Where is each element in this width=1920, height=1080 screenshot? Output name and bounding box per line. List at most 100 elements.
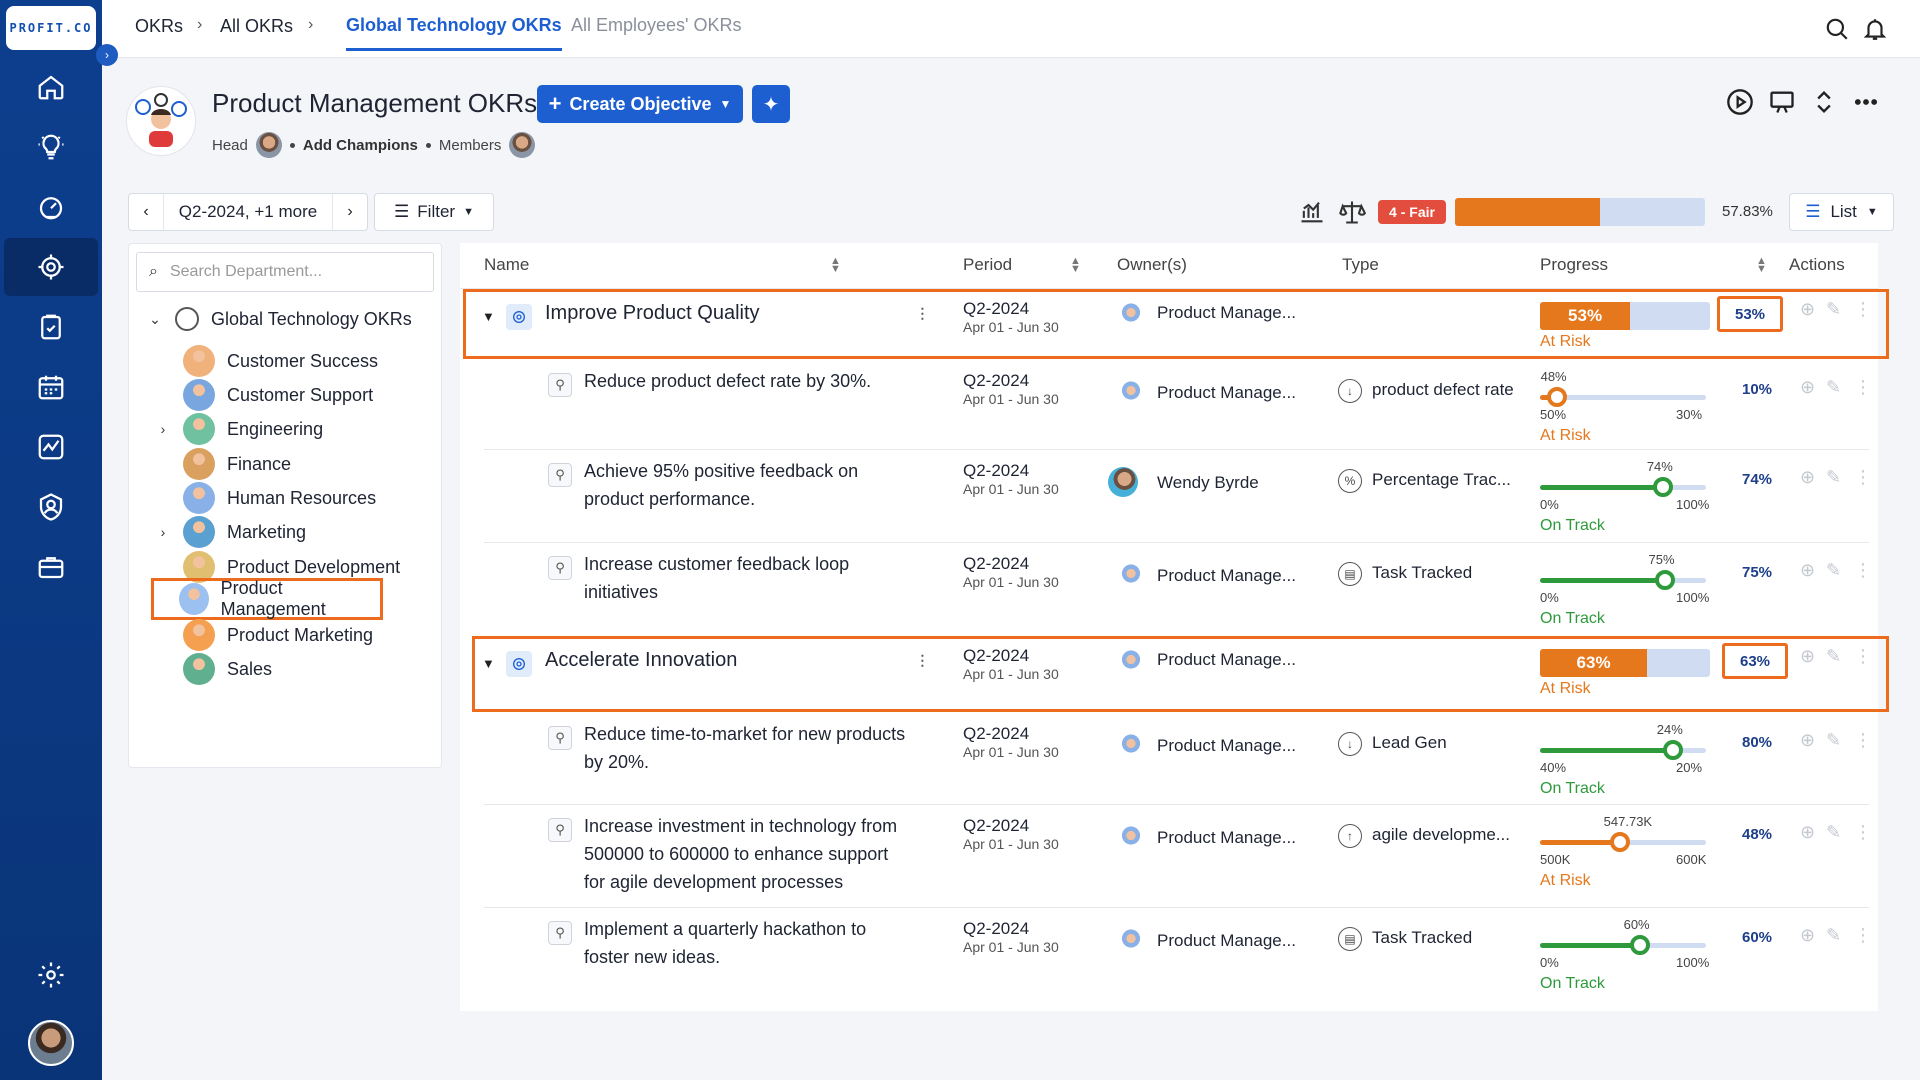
sort-icon[interactable]: ▲ ▼ xyxy=(830,256,841,275)
head-avatar[interactable] xyxy=(255,132,282,158)
edit-icon[interactable]: ✎ xyxy=(1826,299,1841,320)
member-avatar[interactable] xyxy=(509,132,536,158)
key-result-title[interactable]: Increase investment in technology from 5… xyxy=(584,812,914,896)
key-result-title[interactable]: Reduce time-to-market for new products b… xyxy=(584,720,914,776)
create-objective-button[interactable]: + Create Objective ▼ xyxy=(537,85,743,123)
edit-icon[interactable]: ✎ xyxy=(1826,730,1841,751)
edit-icon[interactable]: ✎ xyxy=(1826,925,1841,946)
view-selector[interactable]: ☰ List ▼ xyxy=(1789,193,1894,231)
sort-icon[interactable]: ▲ ▼ xyxy=(1070,256,1081,275)
nav-tasks[interactable] xyxy=(4,298,98,356)
add-icon[interactable]: ⊕ xyxy=(1800,730,1815,751)
progress-handle[interactable] xyxy=(1662,740,1683,760)
progress-percent[interactable]: 60% xyxy=(1724,919,1790,955)
key-result-title[interactable]: Reduce product defect rate by 30%. xyxy=(584,367,914,395)
nav-ideas[interactable] xyxy=(4,118,98,176)
department-item[interactable]: › Engineering xyxy=(129,409,443,449)
progress-percent[interactable]: 48% xyxy=(1724,816,1790,852)
team-owner-icon[interactable] xyxy=(1116,730,1146,760)
add-icon[interactable]: ⊕ xyxy=(1800,646,1815,667)
add-icon[interactable]: ⊕ xyxy=(1800,560,1815,581)
more-options-icon[interactable]: ⋮ xyxy=(1854,822,1872,843)
members-label[interactable]: Members xyxy=(439,137,502,154)
alignment-icon[interactable]: ⫶ xyxy=(920,652,925,673)
col-progress[interactable]: Progress xyxy=(1540,255,1608,275)
more-options-icon[interactable]: ⋮ xyxy=(1854,467,1872,488)
breadcrumb-okrs[interactable]: OKRs xyxy=(135,16,183,37)
owner-avatar[interactable] xyxy=(1108,467,1138,497)
col-period[interactable]: Period xyxy=(963,255,1012,275)
more-options-icon[interactable]: ⋮ xyxy=(1854,377,1872,398)
more-options-icon[interactable] xyxy=(1852,88,1880,116)
chevron-right-icon[interactable]: › xyxy=(151,421,175,437)
more-options-icon[interactable]: ⋮ xyxy=(1854,646,1872,667)
edit-icon[interactable]: ✎ xyxy=(1826,646,1841,667)
add-icon[interactable]: ⊕ xyxy=(1800,467,1815,488)
user-avatar[interactable] xyxy=(28,1020,74,1066)
team-owner-icon[interactable] xyxy=(1116,822,1146,852)
col-name[interactable]: Name xyxy=(484,255,529,275)
balance-scale-icon[interactable] xyxy=(1338,198,1367,226)
more-options-icon[interactable]: ⋮ xyxy=(1854,299,1872,320)
edit-icon[interactable]: ✎ xyxy=(1826,822,1841,843)
nav-calendar[interactable] xyxy=(4,358,98,416)
nav-settings[interactable] xyxy=(4,946,98,1004)
team-owner-icon[interactable] xyxy=(1116,377,1146,407)
search-icon[interactable] xyxy=(1824,16,1850,42)
play-icon[interactable] xyxy=(1726,88,1754,116)
nav-home[interactable] xyxy=(4,58,98,116)
more-options-icon[interactable]: ⋮ xyxy=(1854,560,1872,581)
department-search-input[interactable]: ⌕ Search Department... xyxy=(136,252,434,292)
add-icon[interactable]: ⊕ xyxy=(1800,822,1815,843)
department-item[interactable]: Sales xyxy=(129,649,443,689)
nav-dashboard[interactable] xyxy=(4,178,98,236)
analytics-icon[interactable] xyxy=(1298,198,1326,226)
team-owner-icon[interactable] xyxy=(1116,646,1146,676)
team-owner-icon[interactable] xyxy=(1116,299,1146,329)
bell-icon[interactable] xyxy=(1862,16,1888,42)
add-icon[interactable]: ⊕ xyxy=(1800,377,1815,398)
tab-all-employees-okrs[interactable]: All Employees' OKRs xyxy=(571,15,742,36)
department-item[interactable]: › Marketing xyxy=(129,512,443,552)
chevron-right-icon[interactable]: › xyxy=(151,524,175,540)
progress-handle[interactable] xyxy=(1609,832,1630,852)
department-item[interactable]: Product Management xyxy=(151,578,383,620)
period-selector[interactable]: ‹ Q2-2024, +1 more › xyxy=(128,193,368,231)
presentation-icon[interactable] xyxy=(1768,88,1796,116)
progress-percent[interactable]: 10% xyxy=(1724,371,1790,407)
key-result-title[interactable]: Achieve 95% positive feedback on product… xyxy=(584,457,914,513)
objective-title[interactable]: Accelerate Innovation xyxy=(545,649,737,672)
progress-handle[interactable] xyxy=(1546,387,1567,407)
more-options-icon[interactable]: ⋮ xyxy=(1854,925,1872,946)
progress-percent[interactable]: 53% xyxy=(1717,296,1783,332)
progress-percent[interactable]: 80% xyxy=(1724,724,1790,760)
progress-handle[interactable] xyxy=(1652,477,1673,497)
team-owner-icon[interactable] xyxy=(1116,560,1146,590)
chevron-down-icon[interactable]: ▼ xyxy=(482,656,495,671)
chevron-left-icon[interactable]: ‹ xyxy=(129,203,163,221)
period-label[interactable]: Q2-2024, +1 more xyxy=(163,194,333,230)
tab-global-technology-okrs[interactable]: Global Technology OKRs xyxy=(346,15,562,51)
add-icon[interactable]: ⊕ xyxy=(1800,925,1815,946)
progress-percent[interactable]: 63% xyxy=(1722,643,1788,679)
breadcrumb-all-okrs[interactable]: All OKRs xyxy=(220,16,293,37)
filter-button[interactable]: ☰ Filter ▼ xyxy=(374,193,494,231)
expand-collapse-icon[interactable] xyxy=(1810,88,1838,116)
ai-sparkle-button[interactable]: ✦ xyxy=(752,85,790,123)
progress-percent[interactable]: 75% xyxy=(1724,554,1790,590)
key-result-title[interactable]: Implement a quarterly hackathon to foste… xyxy=(584,915,914,971)
department-root[interactable]: ⌄ Global Technology OKRs xyxy=(129,299,443,339)
logo[interactable]: PROFIT.CO xyxy=(6,6,96,50)
edit-icon[interactable]: ✎ xyxy=(1826,560,1841,581)
edit-icon[interactable]: ✎ xyxy=(1826,467,1841,488)
chevron-down-icon[interactable]: ▼ xyxy=(482,309,495,324)
chevron-right-icon[interactable]: › xyxy=(333,203,367,221)
add-icon[interactable]: ⊕ xyxy=(1800,299,1815,320)
progress-percent[interactable]: 74% xyxy=(1724,461,1790,497)
edit-icon[interactable]: ✎ xyxy=(1826,377,1841,398)
team-owner-icon[interactable] xyxy=(1116,925,1146,955)
alignment-icon[interactable]: ⫶ xyxy=(920,305,925,326)
sort-icon[interactable]: ▲ ▼ xyxy=(1756,256,1767,275)
objective-title[interactable]: Improve Product Quality xyxy=(545,302,760,325)
key-result-title[interactable]: Increase customer feedback loop initiati… xyxy=(584,550,914,606)
